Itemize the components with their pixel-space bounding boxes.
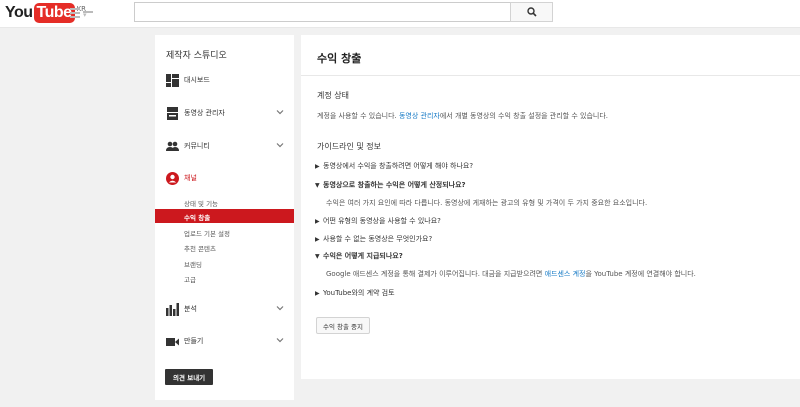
sidebar-subitem-status[interactable]: 상태 및 기능	[155, 195, 294, 209]
faq-question: 수익은 어떻게 지급되나요?	[323, 252, 403, 260]
masthead: You Tube KR ▾	[0, 0, 800, 28]
chevron-down-icon	[276, 143, 284, 148]
faq-item[interactable]: ▶ YouTube와의 계약 검토	[315, 288, 395, 298]
chevron-down-icon	[276, 338, 284, 343]
triangle-down-icon: ▼	[315, 253, 320, 260]
answer-suffix: 을 YouTube 계정에 연결해야 합니다.	[585, 270, 696, 278]
triangle-down-icon: ▼	[315, 182, 320, 189]
sidebar-item-label: 동영상 관리자	[184, 109, 225, 117]
status-text-suffix: 에서 개별 동영상의 수익 창출 설정을 관리할 수 있습니다.	[439, 112, 608, 120]
faq-item[interactable]: ▶ 어떤 유형의 동영상을 사용할 수 있나요?	[315, 216, 441, 226]
dashboard-icon	[166, 74, 179, 87]
search-icon	[526, 7, 537, 17]
search-button[interactable]	[510, 2, 553, 22]
faq-item[interactable]: ▶ 동영상에서 수익을 창출하려면 어떻게 해야 하나요?	[315, 161, 473, 171]
sidebar-subitem-featured-content[interactable]: 추천 콘텐츠	[155, 240, 294, 254]
sidebar-item-analytics[interactable]: 분석	[155, 301, 294, 319]
sidebar-subitem-label: 업로드 기본 설정	[184, 230, 230, 238]
hamburger-icon-line	[70, 12, 80, 14]
video-manager-icon	[167, 107, 178, 120]
logo-you-text: You	[5, 4, 33, 21]
hamburger-icon-line	[70, 16, 80, 18]
sidebar-item-channel[interactable]: 채널	[155, 170, 294, 188]
triangle-right-icon: ▶	[315, 218, 320, 225]
faq-question: YouTube와의 계약 검토	[323, 289, 395, 297]
faq-question: 어떤 유형의 동영상을 사용할 수 있나요?	[323, 217, 441, 225]
stop-monetization-button[interactable]: 수익 창출 중지	[316, 317, 371, 334]
analytics-icon	[166, 303, 179, 316]
triangle-right-icon: ▶	[315, 236, 320, 243]
sidebar-item-label: 만들기	[184, 337, 204, 345]
faq-question: 동영상에서 수익을 창출하려면 어떻게 해야 하나요?	[323, 162, 474, 170]
hamburger-icon	[70, 8, 80, 10]
answer-prefix: Google 애드센스 계정을 통해 결제가 이루어집니다. 대금을 지급받으려…	[326, 270, 545, 278]
send-feedback-button[interactable]: 의견 보내기	[165, 369, 214, 385]
adsense-account-link[interactable]: 애드센스 계정	[545, 270, 586, 278]
channel-icon	[166, 172, 179, 185]
faq-question: 동영상으로 창출하는 수익은 어떻게 산정되나요?	[323, 181, 466, 189]
chevron-down-icon	[276, 110, 284, 115]
sidebar-subitem-label: 고급	[184, 276, 196, 284]
sidebar-item-create[interactable]: 만들기	[155, 333, 294, 351]
faq-item[interactable]: ▼ 동영상으로 창출하는 수익은 어떻게 산정되나요?	[315, 180, 466, 190]
triangle-right-icon: ▶	[315, 163, 320, 170]
guidelines-heading: 가이드라인 및 정보	[317, 142, 381, 151]
faq-item[interactable]: ▶ 사용할 수 없는 동영상은 무엇인가요?	[315, 234, 432, 244]
community-icon	[166, 141, 179, 151]
monetization-panel: 수익 창출 계정 상태 계정을 사용할 수 있습니다. 동영상 관리자에서 개별…	[301, 35, 800, 379]
sidebar-item-label: 채널	[184, 174, 197, 182]
sidebar-title: 제작자 스튜디오	[166, 51, 227, 61]
logo-tube-text: Tube	[33, 3, 75, 23]
faq-answer: 수익은 여러 가지 요인에 따라 다릅니다. 동영상에 게재하는 광고의 유형 …	[326, 199, 648, 207]
sidebar-item-label: 분석	[184, 305, 197, 313]
status-text-prefix: 계정을 사용할 수 있습니다.	[317, 112, 399, 120]
sidebar-item-label: 대시보드	[184, 76, 210, 84]
faq-question: 사용할 수 없는 동영상은 무엇인가요?	[323, 235, 433, 243]
create-icon	[166, 338, 179, 346]
sidebar-item-dashboard[interactable]: 대시보드	[155, 72, 294, 90]
sidebar-subitem-label: 추천 콘텐츠	[184, 245, 216, 253]
page-title: 수익 창출	[317, 52, 362, 65]
sidebar-subitem-upload-defaults[interactable]: 업로드 기본 설정	[155, 225, 294, 239]
sidebar-item-video-manager[interactable]: 동영상 관리자	[155, 105, 294, 123]
triangle-right-icon: ▶	[315, 290, 320, 297]
faq-item[interactable]: ▼ 수익은 어떻게 지급되나요?	[315, 251, 403, 261]
sidebar-subitem-monetization[interactable]: 수익 창출	[155, 209, 294, 223]
sidebar-item-community[interactable]: 커뮤니티	[155, 138, 294, 156]
search-input[interactable]	[134, 2, 510, 22]
chevron-down-icon: ▾	[83, 11, 93, 19]
sidebar-subitem-label: 상태 및 기능	[184, 200, 219, 208]
sidebar-subitem-advanced[interactable]: 고급	[155, 271, 294, 285]
account-status-text: 계정을 사용할 수 있습니다. 동영상 관리자에서 개별 동영상의 수익 창출 …	[317, 111, 608, 121]
chevron-down-icon	[276, 306, 284, 311]
sidebar-subitem-branding[interactable]: 브랜딩	[155, 256, 294, 270]
creator-studio-sidebar: 제작자 스튜디오 대시보드 동영상 관리자 커뮤니티 채널 상태 및 기능 수익…	[155, 35, 294, 400]
account-status-heading: 계정 상태	[317, 91, 349, 100]
sidebar-subitem-label: 브랜딩	[184, 261, 202, 269]
divider	[301, 75, 800, 76]
faq-answer: Google 애드센스 계정을 통해 결제가 이루어집니다. 대금을 지급받으려…	[326, 269, 696, 279]
guide-menu-button[interactable]: ▾	[70, 8, 93, 19]
sidebar-item-label: 커뮤니티	[184, 142, 210, 150]
video-manager-link[interactable]: 동영상 관리자	[399, 112, 440, 120]
sidebar-subitem-label: 수익 창출	[184, 214, 211, 222]
